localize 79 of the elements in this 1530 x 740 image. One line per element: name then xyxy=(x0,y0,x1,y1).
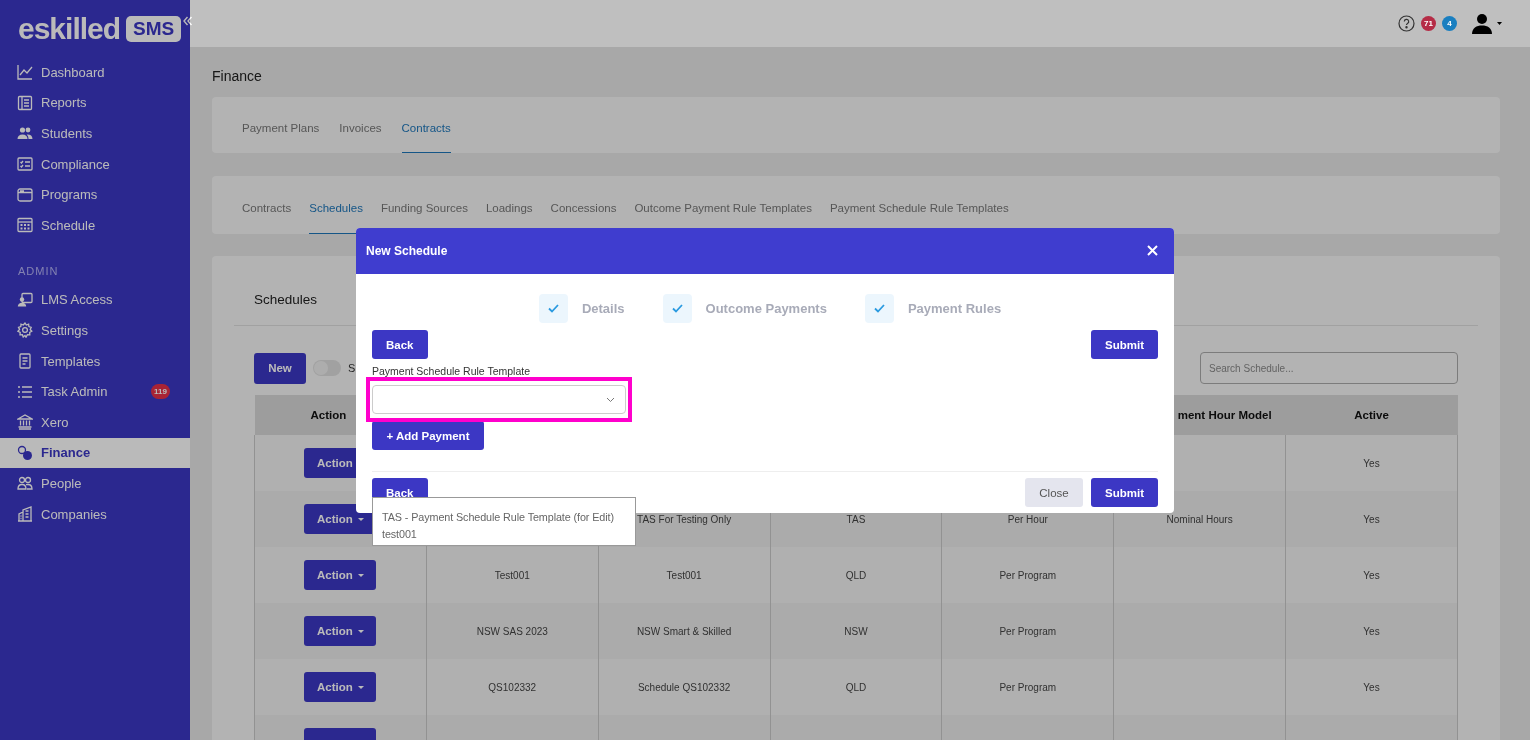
modal-title: New Schedule xyxy=(366,244,448,258)
sidebar-item[interactable]: LMS Access xyxy=(0,284,190,316)
table-cell: NSW xyxy=(844,625,868,637)
count-badge: 119 xyxy=(151,384,170,400)
sidebar-label: Schedule xyxy=(41,217,96,233)
sidebar-label: Templates xyxy=(41,353,101,369)
step-label: Payment Rules xyxy=(907,301,1002,316)
column-header: Active xyxy=(1354,409,1389,421)
sidebar-label: LMS Access xyxy=(41,292,113,308)
toggle-label: S xyxy=(348,362,356,374)
sidebar-label: Reports xyxy=(41,95,87,111)
table-cell: Per Program xyxy=(999,569,1057,581)
logo-badge: SMS xyxy=(126,15,182,42)
section-heading: ADMIN xyxy=(17,263,60,279)
table-cell: NSW SAS 2023 xyxy=(476,625,548,637)
sidebar-item[interactable]: Programs xyxy=(0,179,190,210)
table-cell: TAS xyxy=(846,513,866,525)
sidebar-item[interactable]: Settings xyxy=(0,315,190,346)
step-label: Details xyxy=(581,301,625,316)
page-title: Finance xyxy=(212,67,263,86)
notification-badge[interactable]: 71 xyxy=(1421,16,1436,31)
tab[interactable]: Contracts xyxy=(242,176,292,234)
column-header: Action xyxy=(310,409,347,421)
logo-text: eskilled xyxy=(18,11,121,46)
sidebar-item[interactable]: Templates xyxy=(0,345,190,377)
submit-button[interactable]: Submit xyxy=(1091,478,1158,507)
tab[interactable]: Contracts xyxy=(401,97,451,153)
sidebar-item[interactable]: Finance xyxy=(0,437,190,469)
tab[interactable]: Invoices xyxy=(339,97,382,153)
sidebar-label: Task Admin xyxy=(41,384,108,400)
sidebar-item[interactable]: Task Admin 119 xyxy=(0,376,190,407)
action-button[interactable]: Action xyxy=(304,672,377,702)
sidebar-item[interactable]: Reports xyxy=(0,87,190,119)
column-header: ment Hour Model xyxy=(1177,409,1272,421)
table-cell: Per Hour xyxy=(1007,513,1048,525)
sidebar-item[interactable]: People xyxy=(0,468,190,499)
table-cell: QS102332 xyxy=(488,681,537,693)
action-button[interactable]: Action xyxy=(304,560,377,590)
notification-badge[interactable]: 4 xyxy=(1442,16,1457,31)
sidebar-label: Compliance xyxy=(41,156,110,172)
sidebar-item[interactable]: Companies xyxy=(0,498,190,530)
tab[interactable]: Payment Plans xyxy=(242,97,320,153)
back-button[interactable]: Back xyxy=(372,330,428,359)
sidebar-item[interactable]: Compliance xyxy=(0,148,190,180)
sidebar-item[interactable]: Dashboard xyxy=(0,57,190,88)
sidebar-label: Dashboard xyxy=(41,64,105,80)
table-cell: Per Program xyxy=(999,625,1057,637)
new-button[interactable]: New xyxy=(254,352,306,384)
table-cell: Nominal Hours xyxy=(1166,513,1233,525)
table-cell: Yes xyxy=(1363,569,1380,581)
action-button[interactable]: Action xyxy=(304,616,377,646)
table-cell: QLD xyxy=(845,569,867,581)
table-cell: TAS For Testing Only xyxy=(637,513,732,525)
field-label: Payment Schedule Rule Template xyxy=(372,365,531,377)
sidebar-label: Students xyxy=(41,126,93,141)
table-cell: Test001 xyxy=(666,569,702,581)
table-cell: Per Program xyxy=(999,681,1057,693)
sidebar-label: Companies xyxy=(41,506,107,522)
add-payment-button[interactable]: + Add Payment xyxy=(372,421,484,450)
step-label: Outcome Payments xyxy=(705,301,827,316)
sidebar-item[interactable]: Schedule xyxy=(0,209,190,241)
table-cell: Yes xyxy=(1363,513,1380,525)
table-cell: Yes xyxy=(1363,625,1380,637)
search-field[interactable]: Search Schedule... xyxy=(1200,352,1458,384)
table-cell: QLD xyxy=(845,681,867,693)
table-cell: Test001 xyxy=(494,569,530,581)
table-cell: Yes xyxy=(1363,681,1380,693)
sidebar-label: Settings xyxy=(41,322,88,338)
submit-button[interactable]: Submit xyxy=(1091,330,1158,359)
sidebar-item[interactable]: Xero xyxy=(0,406,190,438)
table-cell: Yes xyxy=(1363,457,1380,469)
sidebar-label: Xero xyxy=(41,414,69,430)
sidebar-item[interactable]: Students xyxy=(0,118,190,149)
sidebar-label: Programs xyxy=(41,187,98,203)
sidebar-label: Finance xyxy=(41,445,91,461)
close-button[interactable]: Close xyxy=(1025,478,1083,507)
sidebar-label: People xyxy=(41,475,82,491)
table-cell: Schedule QS102332 xyxy=(637,681,731,693)
table-cell: NSW Smart & Skilled xyxy=(636,625,732,637)
